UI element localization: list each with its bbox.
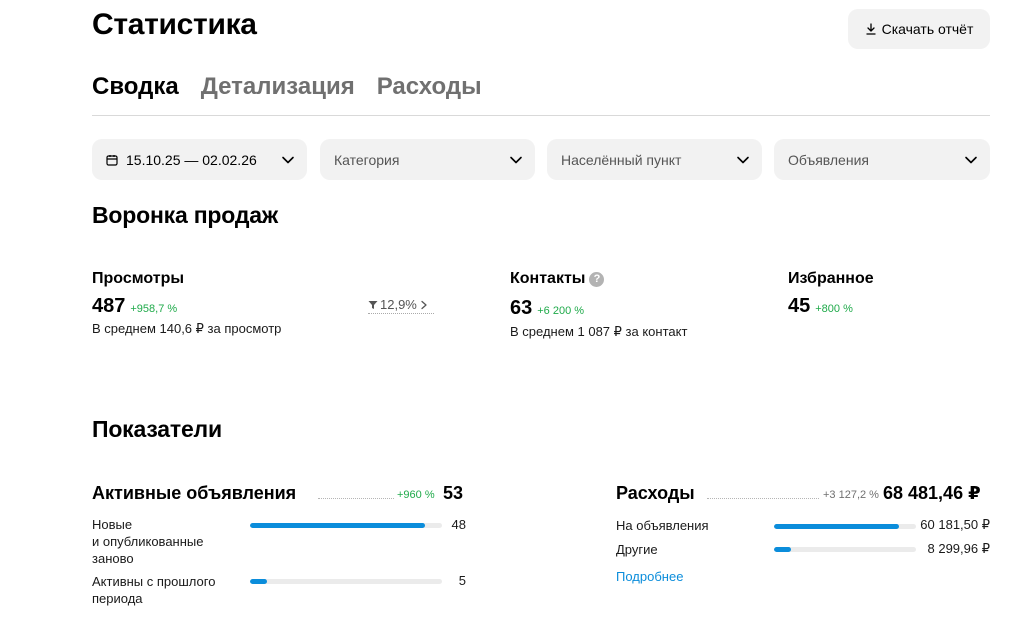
page-title: Статистика xyxy=(92,8,257,41)
date-range-filter[interactable]: 15.10.25 — 02.02.26 xyxy=(92,139,307,180)
progress-bar-fill xyxy=(250,523,425,528)
tab-details[interactable]: Детализация xyxy=(201,70,355,115)
contacts-value-row: 63 +6 200 % xyxy=(510,297,584,320)
tab-expenses[interactable]: Расходы xyxy=(377,70,482,115)
funnel-icon xyxy=(368,300,378,309)
category-filter[interactable]: Категория xyxy=(320,139,535,180)
date-range-value: 15.10.25 — 02.02.26 xyxy=(126,151,257,168)
category-placeholder: Категория xyxy=(334,151,400,168)
city-placeholder: Населённый пункт xyxy=(561,151,682,168)
expenses-row-label: На объявления xyxy=(616,518,709,533)
favorites-change: +800 % xyxy=(815,303,853,315)
tabs: Сводка Детализация Расходы xyxy=(92,70,990,116)
views-label-text: Просмотры xyxy=(92,270,185,287)
conversion-value: 12,9% xyxy=(380,297,417,312)
chevron-down-icon xyxy=(510,156,522,163)
indicators-title: Показатели xyxy=(92,416,222,442)
active-ads-row-label: Активны с прошлого периода xyxy=(92,574,216,606)
progress-bar-fill xyxy=(250,579,268,584)
calendar-icon xyxy=(106,154,118,166)
views-value: 487 xyxy=(92,295,126,317)
favorites-label-text: Избранное xyxy=(788,270,874,287)
contacts-value: 63 xyxy=(510,297,533,319)
tab-summary[interactable]: Сводка xyxy=(92,70,179,115)
contacts-average: В среднем 1 087 ₽ за контакт xyxy=(510,324,688,339)
ads-filter[interactable]: Объявления xyxy=(774,139,990,180)
views-label: Просмотры xyxy=(92,270,184,288)
ads-placeholder: Объявления xyxy=(788,151,869,168)
expenses-total: 68 481,46 ₽ xyxy=(883,483,981,503)
favorites-value-row: 45 +800 % xyxy=(788,295,853,318)
download-report-label: Скачать отчёт xyxy=(881,21,974,37)
city-filter[interactable]: Населённый пункт xyxy=(547,139,762,180)
chevron-right-icon xyxy=(421,300,427,309)
progress-bar xyxy=(250,523,442,528)
progress-bar-fill xyxy=(774,547,792,552)
expenses-title: Расходы xyxy=(616,483,695,503)
leader-dots xyxy=(318,498,394,499)
contacts-label: Контакты ? xyxy=(510,270,605,288)
download-report-button[interactable]: Скачать отчёт xyxy=(848,9,990,49)
views-change: +958,7 % xyxy=(130,303,178,315)
chevron-down-icon xyxy=(965,156,977,163)
more-details-link[interactable]: Подробнее xyxy=(616,569,683,584)
active-ads-row-value: 5 xyxy=(458,573,466,588)
expenses-row-value: 60 181,50 ₽ xyxy=(920,517,990,532)
chevron-down-icon xyxy=(282,156,294,163)
download-icon xyxy=(865,23,876,35)
chevron-down-icon xyxy=(737,156,749,163)
views-to-contacts-conversion[interactable]: 12,9% xyxy=(368,296,434,314)
favorites-value: 45 xyxy=(788,295,811,317)
expenses-row-label: Другие xyxy=(616,542,658,557)
views-value-row: 487 +958,7 % xyxy=(92,295,177,318)
active-ads-change: +960 % xyxy=(397,489,435,501)
favorites-label: Избранное xyxy=(788,270,874,288)
progress-bar xyxy=(774,547,916,552)
expenses-row-value: 8 299,96 ₽ xyxy=(927,541,991,556)
contacts-label-text: Контакты xyxy=(510,270,586,287)
progress-bar xyxy=(774,524,916,529)
progress-bar-fill xyxy=(774,524,899,529)
active-ads-title: Активные объявления xyxy=(92,483,297,503)
views-average: В среднем 140,6 ₽ за просмотр xyxy=(92,321,282,336)
help-icon[interactable]: ? xyxy=(589,271,605,287)
active-ads-row-label: Новые и опубликованные заново xyxy=(92,517,204,566)
active-ads-total: 53 xyxy=(443,483,464,503)
contacts-change: +6 200 % xyxy=(537,305,585,317)
active-ads-row-value: 48 xyxy=(451,517,466,532)
progress-bar xyxy=(250,579,442,584)
expenses-change: +3 127,2 % xyxy=(823,489,879,501)
leader-dots xyxy=(707,498,819,499)
funnel-title: Воронка продаж xyxy=(92,202,278,228)
